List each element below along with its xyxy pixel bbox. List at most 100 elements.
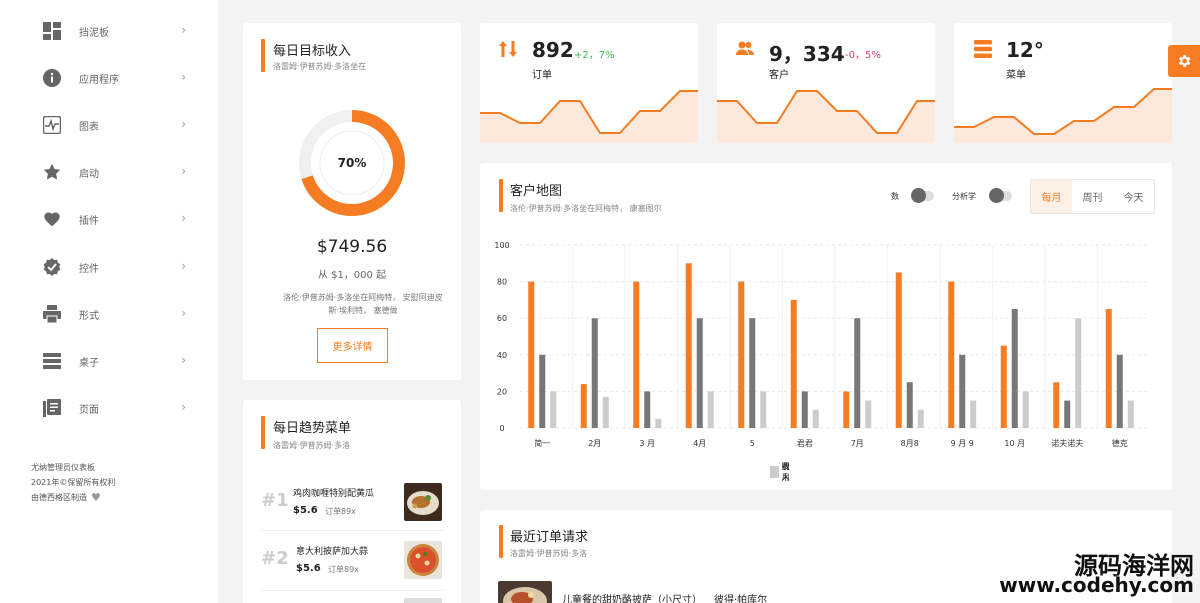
chevron-right-icon: › bbox=[181, 353, 186, 367]
bar-expense[interactable] bbox=[906, 382, 913, 428]
recent-orders-title: 最近订单请求 bbox=[510, 530, 589, 545]
y-tick-label: 40 bbox=[497, 351, 507, 360]
users-icon bbox=[736, 40, 754, 62]
toggle-analytics[interactable] bbox=[989, 188, 1012, 203]
customer-map-subtitle: 洛伦·伊普苏姆·多洛坐在阿梅特， 康塞图尔 bbox=[510, 204, 662, 213]
dish-price: $5.6 bbox=[296, 563, 321, 574]
sidebar-item-pages[interactable]: 页面 › bbox=[42, 397, 192, 419]
chevron-right-icon: › bbox=[181, 23, 186, 37]
bar-expense[interactable] bbox=[696, 318, 703, 428]
period-tabs: 每月 周刊 今天 bbox=[1030, 179, 1155, 214]
bar-other[interactable] bbox=[812, 409, 819, 428]
sidebar-item-launch[interactable]: 启动 › bbox=[42, 161, 192, 183]
sidebar-item-charts[interactable]: 图表 › bbox=[42, 114, 192, 136]
x-tick-label: 君君 bbox=[797, 439, 813, 448]
bar-income[interactable] bbox=[1000, 345, 1007, 428]
more-details-button[interactable]: 更多详情 bbox=[317, 328, 388, 363]
x-tick-label: 10 月 bbox=[1004, 439, 1025, 448]
sidebar-item-label: 插件 bbox=[79, 215, 99, 227]
bar-other[interactable] bbox=[970, 400, 977, 428]
tab-monthly[interactable]: 每月 bbox=[1031, 180, 1072, 213]
dish-thumbnail bbox=[404, 483, 442, 521]
bar-income[interactable] bbox=[580, 384, 587, 428]
sidebar-item-dashboard[interactable]: 挡泥板 › bbox=[42, 20, 192, 42]
bar-other[interactable] bbox=[760, 391, 767, 428]
bar-expense[interactable] bbox=[749, 318, 756, 428]
divider bbox=[261, 530, 444, 531]
dish-name: 鸡肉咖喱特别配黄瓜 bbox=[293, 489, 375, 499]
donut-percent: 70% bbox=[337, 156, 367, 170]
bar-expense[interactable] bbox=[1116, 354, 1123, 428]
footer-copyright: 2021年©保留所有权利 bbox=[31, 478, 116, 487]
bar-other[interactable] bbox=[1075, 318, 1082, 428]
customers-value: 9，334 bbox=[769, 42, 845, 66]
sidebar-item-forms[interactable]: 形式 › bbox=[42, 303, 192, 325]
order-item-name[interactable]: 儿童餐的甜奶酪披萨（小尺寸） bbox=[562, 591, 702, 603]
rank-number: #2 bbox=[261, 548, 289, 569]
sidebar-item-apps[interactable]: 应用程序 › bbox=[42, 67, 192, 89]
x-tick-label: 9 月 9 bbox=[951, 439, 974, 448]
bar-income[interactable] bbox=[633, 281, 640, 428]
sidebar-item-label: 挡泥板 bbox=[79, 27, 109, 39]
settings-button[interactable] bbox=[1168, 45, 1200, 77]
x-tick-label: 5 bbox=[750, 439, 755, 448]
tab-weekly[interactable]: 周刊 bbox=[1072, 180, 1113, 213]
sidebar-item-label: 启动 bbox=[79, 168, 99, 180]
customer-map-title: 客户地图 bbox=[510, 184, 563, 199]
bar-other[interactable] bbox=[917, 409, 924, 428]
income-amount: $749.56 bbox=[316, 237, 388, 257]
bar-income[interactable] bbox=[738, 281, 745, 428]
bar-other[interactable] bbox=[1022, 391, 1029, 428]
x-tick-label: 7月 bbox=[851, 439, 864, 448]
activity-chart-icon bbox=[42, 115, 62, 135]
bar-income[interactable] bbox=[895, 272, 902, 428]
bar-other[interactable] bbox=[655, 418, 662, 428]
toggle-number[interactable] bbox=[911, 188, 934, 203]
table-list-icon bbox=[42, 351, 62, 371]
chevron-right-icon: › bbox=[181, 117, 186, 131]
bar-income[interactable] bbox=[1105, 309, 1112, 428]
bar-expense[interactable] bbox=[591, 318, 598, 428]
trending-subtitle: 洛雷姆·伊普苏姆·多洛 bbox=[273, 441, 351, 450]
bar-other[interactable] bbox=[602, 396, 609, 428]
income-subtitle: 洛雷姆·伊普苏姆·多洛坐在 bbox=[273, 62, 367, 71]
bar-other[interactable] bbox=[550, 391, 557, 428]
y-tick-label: 100 bbox=[494, 241, 509, 250]
x-tick-label: 德克 bbox=[1112, 438, 1128, 448]
bar-expense[interactable] bbox=[854, 318, 861, 428]
sidebar-item-tables[interactable]: 桌子 › bbox=[42, 350, 192, 372]
bar-income[interactable] bbox=[1053, 382, 1060, 428]
order-customer: 彼得·帕库尔 bbox=[714, 595, 768, 603]
dish-orders: 订单89x bbox=[325, 507, 356, 516]
bar-expense[interactable] bbox=[539, 354, 546, 428]
sidebar-item-plugins[interactable]: 插件 › bbox=[42, 208, 192, 230]
bar-income[interactable] bbox=[528, 281, 535, 428]
legend-item[interactable]: 别人 bbox=[770, 461, 793, 483]
legend-swatch bbox=[770, 466, 779, 478]
customer-map-chart: 100 80 60 40 20 0 简一 2月 3 月 4月 5 君君 7月 8月8 9 月 9 10 月 诺夫… bbox=[494, 241, 1150, 448]
tab-today[interactable]: 今天 bbox=[1113, 180, 1154, 213]
bar-income[interactable] bbox=[790, 299, 797, 428]
y-tick-label: 60 bbox=[497, 314, 507, 323]
income-from: 从 $1，000 起 bbox=[317, 270, 387, 281]
bar-income[interactable] bbox=[948, 281, 955, 428]
sidebar-item-widgets[interactable]: 控件 › bbox=[42, 256, 192, 278]
chevron-right-icon: › bbox=[181, 70, 186, 84]
bar-expense[interactable] bbox=[644, 391, 651, 428]
bar-other[interactable] bbox=[1127, 400, 1134, 428]
bar-income[interactable] bbox=[685, 263, 692, 428]
title-accent bbox=[261, 39, 265, 72]
bar-expense[interactable] bbox=[959, 354, 966, 428]
bar-income[interactable] bbox=[843, 391, 850, 428]
bar-other[interactable] bbox=[865, 400, 872, 428]
x-tick-label: 4月 bbox=[693, 439, 706, 448]
bar-expense[interactable] bbox=[1064, 400, 1071, 428]
toggle-knob bbox=[911, 188, 926, 203]
rank-number: #1 bbox=[261, 490, 289, 511]
bar-expense[interactable] bbox=[801, 391, 808, 428]
printer-icon bbox=[42, 304, 62, 324]
bar-expense[interactable] bbox=[1011, 309, 1018, 428]
heart-icon bbox=[42, 209, 62, 229]
bar-other[interactable] bbox=[707, 391, 714, 428]
sidebar-item-label: 桌子 bbox=[79, 357, 99, 369]
